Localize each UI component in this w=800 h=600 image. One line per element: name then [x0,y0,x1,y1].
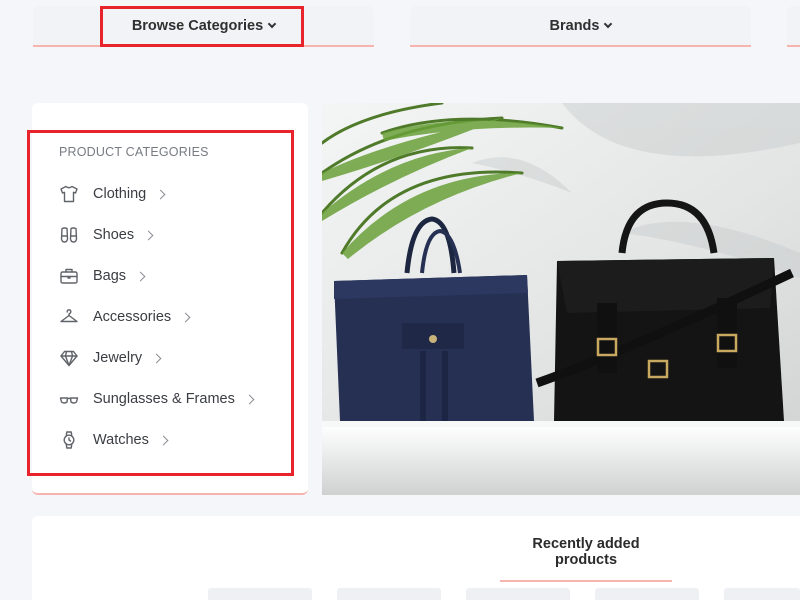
sidebar-item-watches[interactable]: Watches [58,428,169,452]
sidebar-item-accessories[interactable]: Accessories [58,305,191,329]
chevron-right-icon [143,230,154,240]
sidebar-item-label: Accessories [93,309,172,325]
browse-categories-label: Browse Categories [131,17,264,34]
chevron-right-icon [135,271,146,281]
sidebar-item-clothing[interactable]: Clothing [58,182,166,206]
shoes-icon [58,224,80,246]
chevron-down-icon [267,19,277,28]
sidebar-item-label: Shoes [93,227,135,243]
product-categories-heading: PRODUCT CATEGORIES [59,145,209,159]
chevron-down-icon [604,19,613,28]
browse-categories-button[interactable]: Browse Categories [33,6,374,47]
hero-banner-image[interactable] [322,103,800,495]
chevron-right-icon [151,353,162,363]
sidebar-item-label: Watches [93,432,149,448]
sidebar-item-label: Jewelry [93,350,143,366]
product-thumbnail[interactable] [595,588,699,600]
sidebar-item-sunglasses-frames[interactable]: Sunglasses & Frames [58,387,255,411]
diamond-icon [58,347,80,369]
sidebar-item-shoes[interactable]: Shoes [58,223,154,247]
product-thumbnail[interactable] [337,588,441,600]
sidebar-item-label: Sunglasses & Frames [93,391,235,407]
sidebar-item-label: Bags [93,268,127,284]
product-thumbnail[interactable] [208,588,312,600]
hanger-icon [58,306,80,328]
handbags-illustration [322,103,800,495]
chevron-right-icon [158,435,169,445]
bag-icon [58,265,80,287]
sidebar-item-bags[interactable]: Bags [58,264,146,288]
chevron-right-icon [244,394,255,404]
recently-added-section: Recently added products [32,516,800,600]
product-thumbnail[interactable] [466,588,570,600]
nav-item-partial[interactable] [787,6,800,47]
shirt-icon [58,183,80,205]
sidebar-item-label: Clothing [93,186,147,202]
watch-icon [58,429,80,451]
chevron-right-icon [155,189,166,199]
sunglasses-icon [58,388,80,410]
brands-button[interactable]: Brands [410,6,751,47]
recently-added-title[interactable]: Recently added products [500,536,672,582]
brands-label: Brands [549,17,600,34]
sidebar-item-jewelry[interactable]: Jewelry [58,346,162,370]
product-thumbnail[interactable] [724,588,800,600]
product-categories-panel: PRODUCT CATEGORIES Clothing Shoes Bags A… [32,103,308,495]
chevron-right-icon [180,312,191,322]
